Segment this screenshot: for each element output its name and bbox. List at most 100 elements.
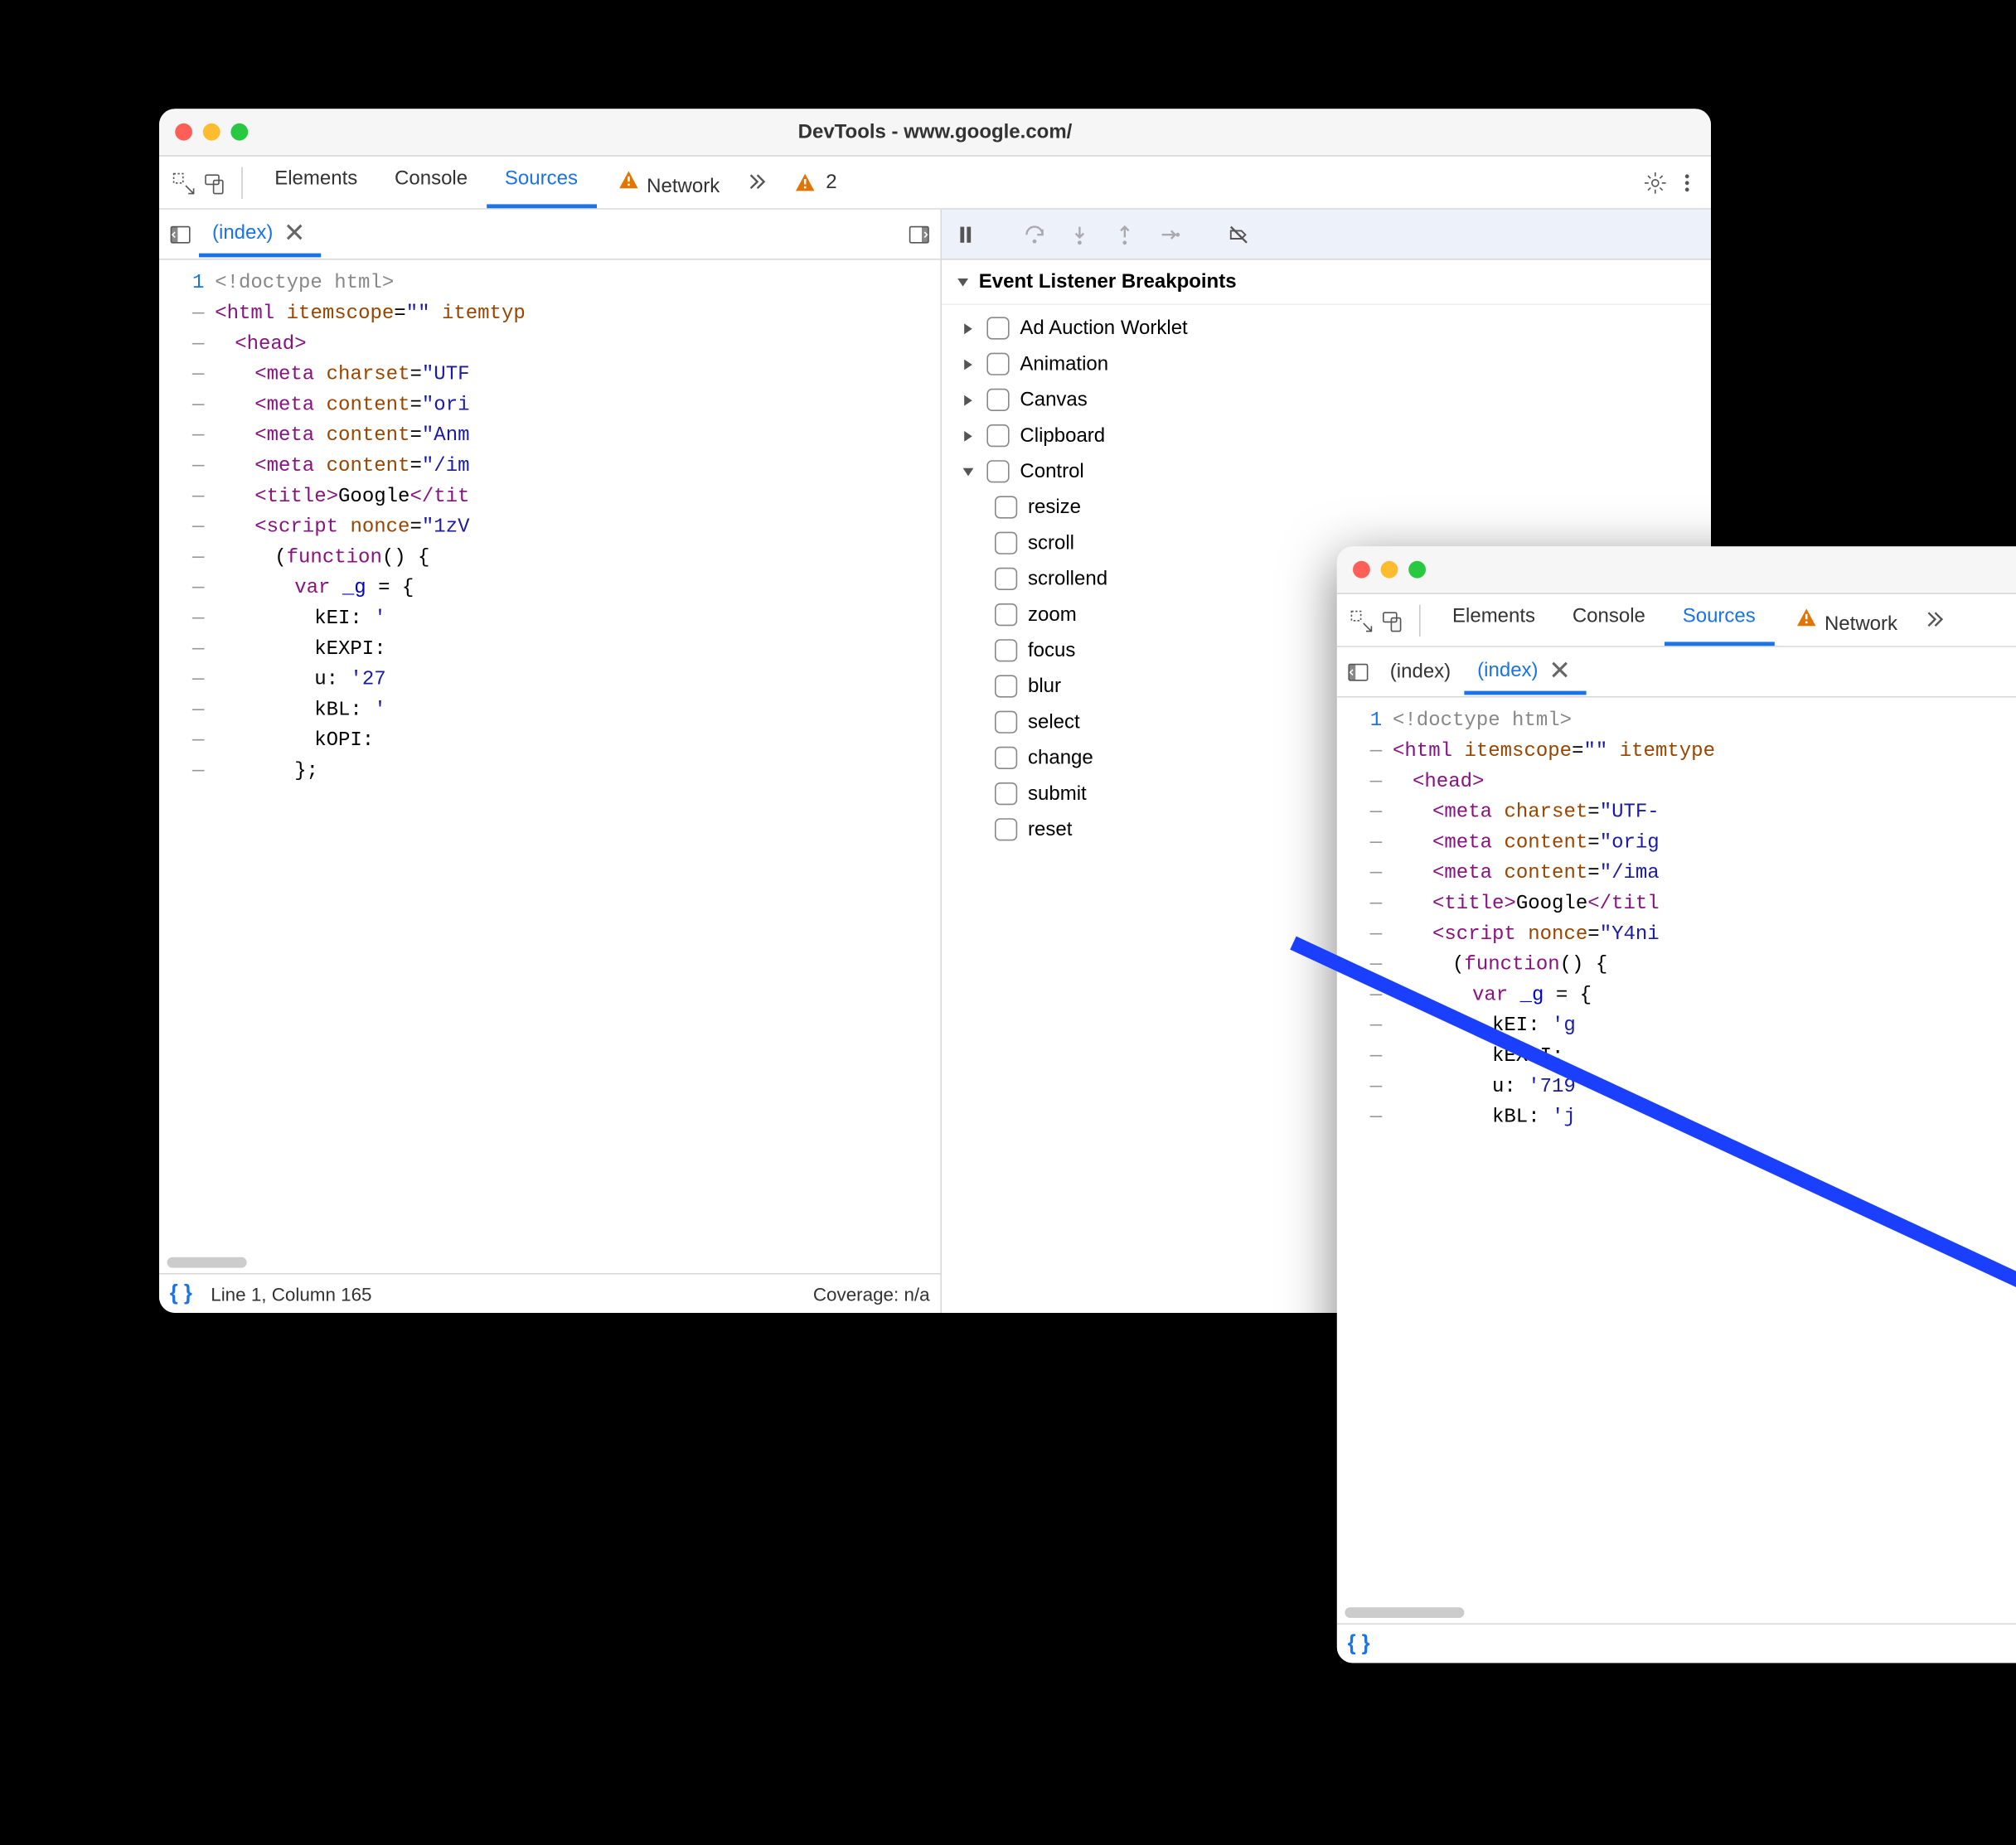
code-line[interactable]: <meta content="/im [215, 451, 940, 482]
settings-gear-icon[interactable] [1642, 169, 1669, 196]
chevron-right-icon[interactable] [960, 320, 976, 336]
code-line[interactable]: kOPI: [215, 725, 940, 756]
code-line[interactable]: <meta content="orig [1393, 827, 2016, 858]
code-line[interactable]: <head> [215, 329, 940, 360]
code-line[interactable]: <meta charset="UTF [215, 360, 940, 390]
checkbox[interactable] [995, 711, 1017, 734]
pretty-print-icon[interactable]: { } [1348, 1632, 1370, 1656]
checkbox[interactable] [995, 532, 1017, 554]
checkbox[interactable] [986, 460, 1009, 482]
category-row[interactable]: Ad Auction Worklet [942, 310, 1711, 346]
checkbox[interactable] [986, 317, 1009, 339]
close-dot[interactable] [1353, 561, 1370, 579]
tab-sources[interactable]: Sources [487, 157, 597, 208]
chevron-down-icon[interactable] [960, 463, 976, 479]
pause-icon[interactable] [952, 220, 979, 247]
code-line[interactable]: kEXPI: [215, 634, 940, 665]
code-line[interactable]: kEXPI: [1393, 1041, 2016, 1072]
code-line[interactable]: kEI: 'g [1393, 1010, 2016, 1041]
code-line[interactable]: <!doctype html> [215, 268, 940, 298]
overflow-chevron-icon[interactable] [744, 169, 770, 196]
code-line[interactable]: u: '27 [215, 665, 940, 695]
code-line[interactable]: <meta content="ori [215, 390, 940, 420]
zoom-dot[interactable] [1408, 561, 1426, 579]
code-line[interactable]: (function() { [215, 542, 940, 573]
inspect-icon[interactable] [170, 169, 196, 196]
chevron-right-icon[interactable] [960, 356, 976, 372]
code-editor[interactable]: 1————————————— <!doctype html><html item… [1337, 698, 2016, 1624]
event-row[interactable]: resize [942, 489, 1711, 525]
category-row[interactable]: Animation [942, 346, 1711, 382]
checkbox[interactable] [995, 496, 1017, 518]
minimize-dot[interactable] [1381, 561, 1398, 579]
device-icon[interactable] [201, 169, 228, 196]
code-line[interactable]: <head> [1393, 767, 2016, 797]
code-line[interactable]: <!doctype html> [1393, 705, 2016, 736]
checkbox[interactable] [995, 782, 1017, 805]
step-out-icon[interactable] [1112, 220, 1138, 247]
inspect-icon[interactable] [1348, 607, 1374, 633]
tab-sources[interactable]: Sources [1664, 594, 1774, 646]
checkbox[interactable] [986, 353, 1009, 375]
issue-count[interactable]: 2 [826, 171, 836, 193]
code-line[interactable]: <script nonce="1zV [215, 512, 940, 543]
checkbox[interactable] [995, 818, 1017, 840]
checkbox[interactable] [995, 747, 1017, 769]
tab-network[interactable]: Network [1774, 594, 1916, 646]
checkbox[interactable] [995, 639, 1017, 661]
code-line[interactable]: u: '719 [1393, 1072, 2016, 1102]
code-line[interactable]: <script nonce="Y4ni [1393, 919, 2016, 950]
tab-elements[interactable]: Elements [1434, 594, 1554, 646]
code-line[interactable]: <title>Google</titl [1393, 889, 2016, 919]
code-line[interactable]: kBL: ' [215, 695, 940, 725]
close-tab-icon[interactable] [281, 219, 308, 245]
step-icon[interactable] [1156, 220, 1183, 247]
code-line[interactable]: var _g = { [1393, 980, 2016, 1010]
code-line[interactable]: <meta charset="UTF- [1393, 797, 2016, 828]
titlebar[interactable]: DevTools - www.google.com/ [159, 109, 1711, 157]
overflow-chevron-icon[interactable] [1922, 607, 1948, 633]
horizontal-scrollbar[interactable] [167, 1257, 247, 1268]
checkbox[interactable] [995, 603, 1017, 626]
show-navigator-icon[interactable] [167, 220, 194, 247]
code-line[interactable]: }; [215, 756, 940, 787]
traffic-lights[interactable] [1353, 561, 1426, 579]
category-row[interactable]: Control [942, 453, 1711, 489]
tab-network[interactable]: Network [596, 157, 738, 208]
category-row[interactable]: Canvas [942, 382, 1711, 418]
code-line[interactable]: <html itemscope="" itemtype [1393, 736, 2016, 767]
code-line[interactable]: <html itemscope="" itemtyp [215, 298, 940, 329]
code-line[interactable]: <title>Google</tit [215, 482, 940, 512]
step-into-icon[interactable] [1066, 220, 1093, 247]
tab-console[interactable]: Console [1553, 594, 1664, 646]
event-breakpoints-header[interactable]: Event Listener Breakpoints [942, 260, 1711, 305]
checkbox[interactable] [986, 424, 1009, 447]
titlebar[interactable]: DevTools - www.google.com/ [1337, 546, 2016, 594]
code-line[interactable]: var _g = { [215, 573, 940, 603]
code-line[interactable]: (function() { [1393, 950, 2016, 981]
checkbox[interactable] [986, 389, 1009, 411]
code-line[interactable]: <meta content="Anm [215, 420, 940, 451]
show-debugger-icon[interactable] [906, 220, 933, 247]
close-tab-icon[interactable] [1546, 656, 1573, 683]
pretty-print-icon[interactable]: { } [170, 1281, 192, 1305]
minimize-dot[interactable] [203, 123, 220, 141]
tab-console[interactable]: Console [376, 157, 487, 208]
device-icon[interactable] [1379, 607, 1406, 633]
checkbox[interactable] [995, 675, 1017, 697]
code-line[interactable]: kBL: 'j [1393, 1102, 2016, 1133]
code-editor[interactable]: 1———————————————— <!doctype html><html i… [159, 260, 940, 1273]
kebab-menu-icon[interactable] [1674, 169, 1700, 196]
traffic-lights[interactable] [175, 123, 248, 141]
code-line[interactable]: <meta content="/ima [1393, 858, 2016, 889]
file-tab[interactable]: (index) [1377, 648, 1464, 695]
chevron-right-icon[interactable] [960, 428, 976, 443]
code-line[interactable]: kEI: ' [215, 603, 940, 634]
tab-elements[interactable]: Elements [256, 157, 376, 208]
zoom-dot[interactable] [230, 123, 248, 141]
step-over-icon[interactable] [1021, 220, 1048, 247]
horizontal-scrollbar[interactable] [1345, 1607, 1464, 1618]
warning-icon[interactable] [792, 169, 818, 196]
category-row[interactable]: Clipboard [942, 418, 1711, 453]
close-dot[interactable] [175, 123, 192, 141]
